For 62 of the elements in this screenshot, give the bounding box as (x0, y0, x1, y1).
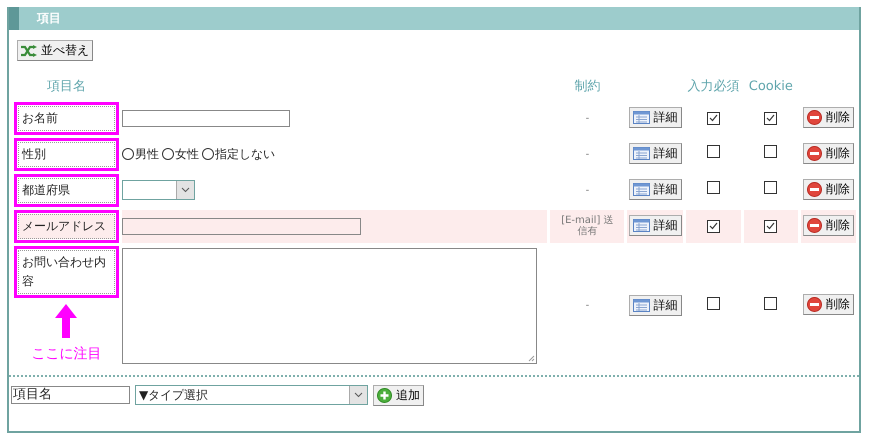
shuffle-icon (21, 44, 37, 56)
remove-icon (806, 146, 822, 160)
checkbox[interactable] (706, 112, 720, 124)
checkbox[interactable] (706, 145, 720, 158)
field-name-label: お問い合わせ内容 (18, 250, 115, 294)
radio-option[interactable]: 男性 (122, 145, 159, 163)
table-icon (632, 219, 650, 232)
table-icon (632, 111, 650, 124)
radio-option[interactable]: 女性 (162, 145, 199, 163)
text-field[interactable] (122, 110, 290, 126)
field-name-label: 都道府県 (18, 178, 115, 202)
text-field[interactable] (122, 218, 361, 234)
constraint-text: [E-mail] 送信有 (560, 214, 615, 239)
detail-button[interactable]: 詳細 (628, 294, 682, 316)
checkbox[interactable] (706, 296, 720, 310)
caret-icon (180, 187, 190, 193)
delete-button[interactable]: 削除 (802, 178, 854, 200)
table-icon (632, 298, 650, 312)
sort-button[interactable]: 並べ替え (17, 40, 93, 61)
detail-button[interactable]: 詳細 (628, 143, 682, 164)
item-name-field[interactable]: 項目名 (11, 386, 130, 404)
constraint-text: - (584, 148, 590, 160)
table-icon (632, 147, 650, 160)
delete-button[interactable]: 削除 (802, 214, 854, 236)
delete-button[interactable]: 削除 (802, 294, 854, 315)
add-button[interactable]: 追加 (373, 384, 424, 406)
checkbox[interactable] (764, 296, 778, 310)
arrow-icon (55, 304, 78, 338)
checkbox[interactable] (764, 220, 778, 232)
field-name-label: 性別 (18, 142, 115, 166)
cookie-column-header: Cookie (748, 78, 794, 96)
annotation-text: ここに注目 (31, 344, 102, 364)
name-column-header: 項目名 (46, 78, 87, 96)
remove-icon (806, 297, 822, 312)
delete-button[interactable]: 削除 (802, 142, 854, 164)
add-icon (377, 388, 392, 402)
remove-icon (806, 218, 822, 232)
dropdown[interactable] (122, 180, 195, 200)
table-icon (632, 183, 650, 196)
delete-button[interactable]: 削除 (802, 106, 854, 128)
caret-icon (354, 392, 363, 398)
checkbox[interactable] (706, 181, 720, 194)
type-select[interactable]: ▼タイプ選択 (135, 385, 368, 405)
constraint-text: - (584, 300, 590, 311)
remove-icon (806, 182, 822, 196)
panel-title: 項目 (37, 11, 61, 25)
detail-button[interactable]: 詳細 (628, 215, 682, 236)
constraint-column-header: 制約 (573, 78, 602, 96)
detail-button[interactable]: 詳細 (628, 107, 682, 128)
required-column-header: 入力必須 (686, 78, 740, 96)
checkbox[interactable] (706, 220, 720, 232)
constraint-text: - (584, 184, 590, 196)
constraint-text: - (584, 112, 590, 124)
checkbox[interactable] (764, 181, 778, 194)
detail-button[interactable]: 詳細 (628, 179, 682, 200)
resize-grip-icon (528, 354, 535, 362)
field-name-label: メールアドレス (18, 214, 115, 238)
checkbox[interactable] (764, 145, 778, 158)
checkbox[interactable] (764, 112, 778, 124)
remove-icon (806, 110, 822, 124)
radio-option[interactable]: 指定しない (202, 145, 275, 163)
field-name-label: お名前 (18, 106, 115, 130)
